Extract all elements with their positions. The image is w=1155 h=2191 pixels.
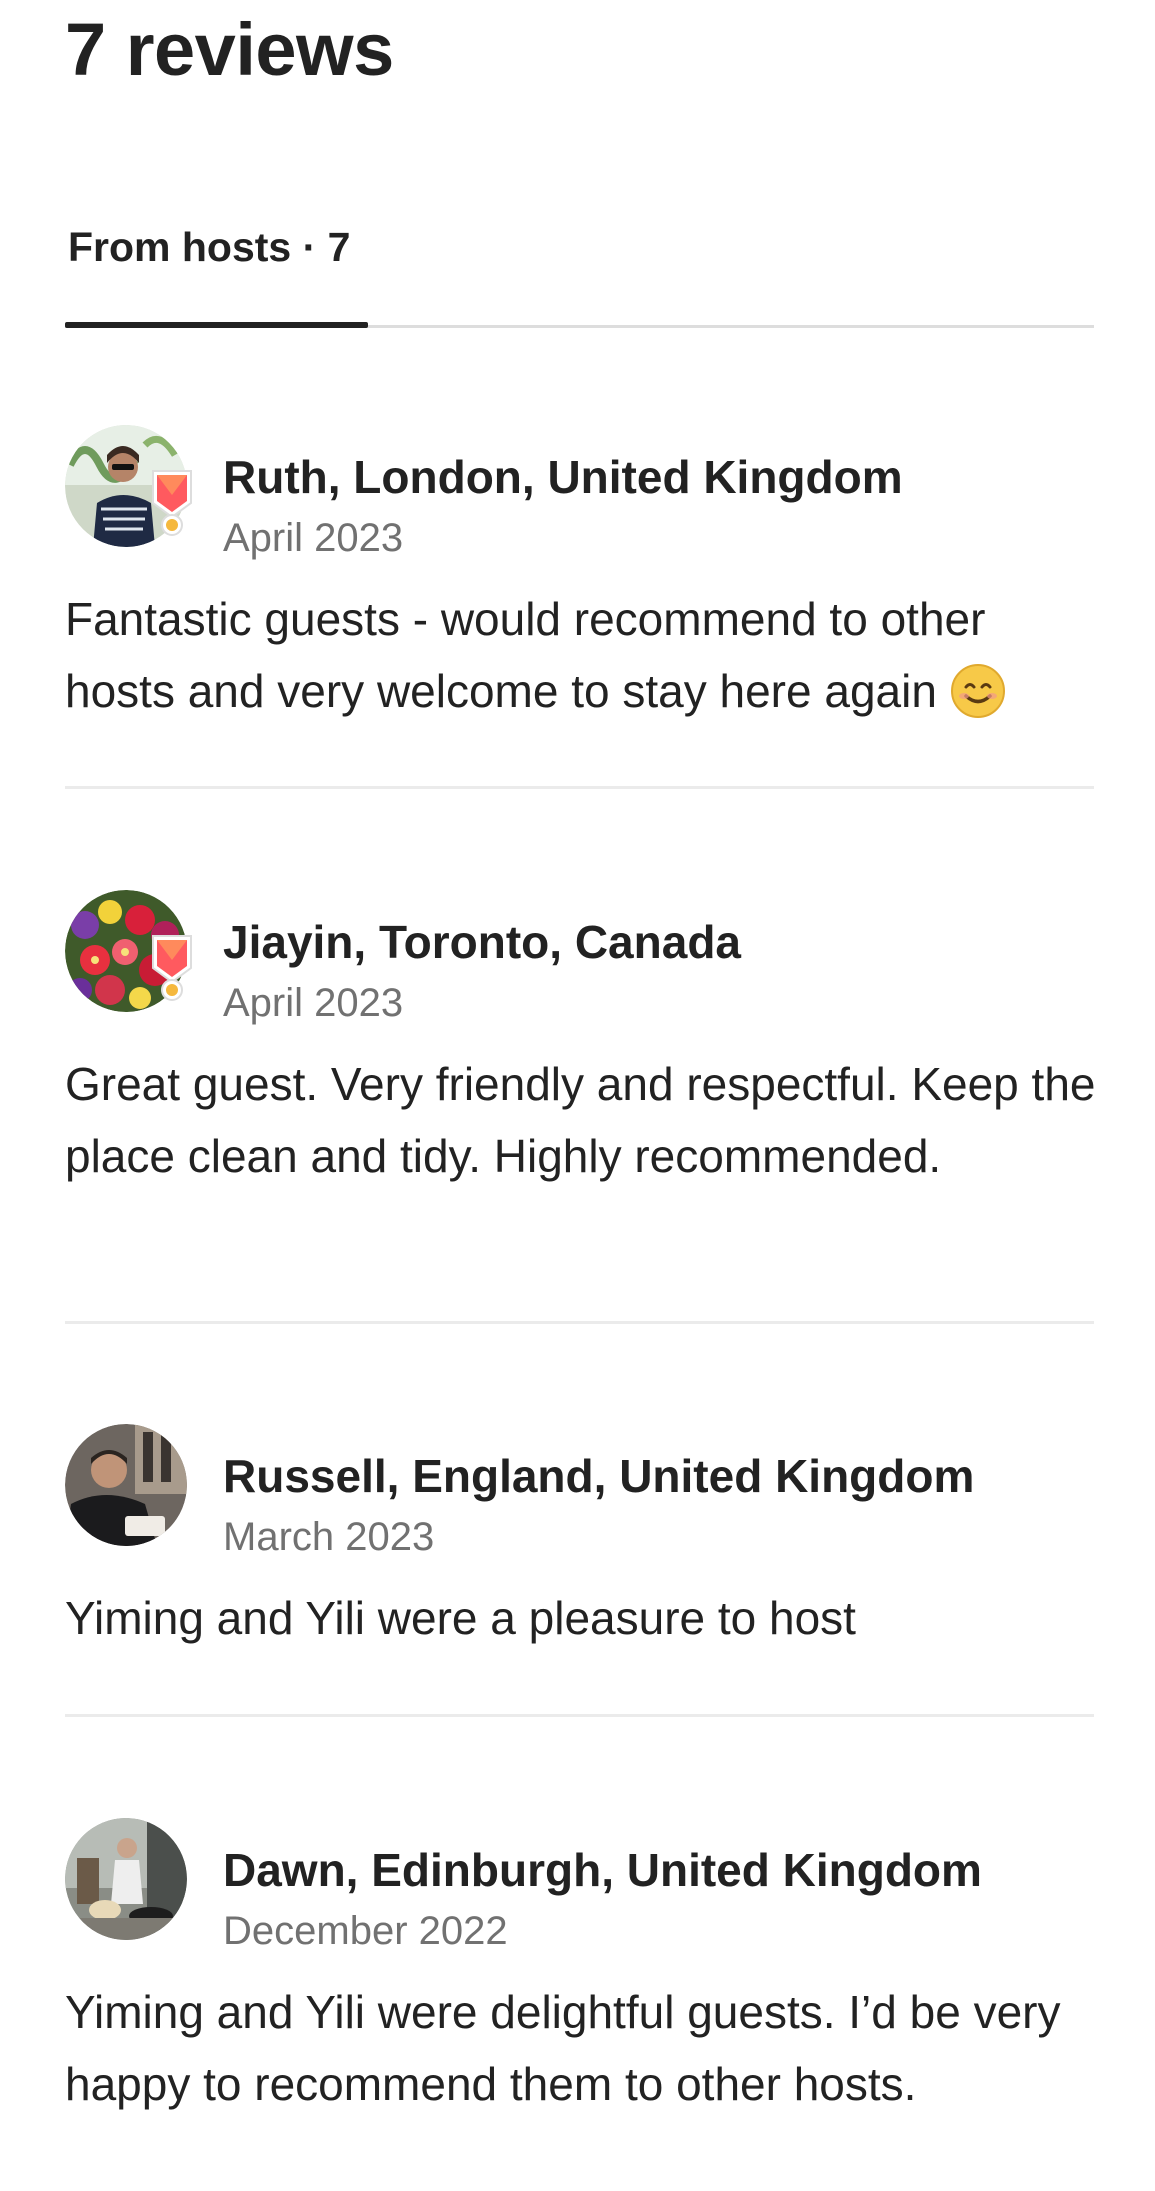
reviewer-name: Russell, England, United Kingdom <box>223 1450 975 1502</box>
reviewer-name: Dawn, Edinburgh, United Kingdom <box>223 1844 982 1896</box>
avatar-photo-russell <box>65 1424 187 1546</box>
superhost-badge-icon <box>152 470 192 536</box>
review-divider <box>65 1321 1094 1324</box>
review-date: April 2023 <box>223 516 404 560</box>
review-text: Yiming and Yili were delightful guests. … <box>65 1986 1061 2110</box>
smiling-face-icon <box>950 664 1005 718</box>
review-tabs: From hosts · 7 <box>65 215 1094 328</box>
reviewer-avatar[interactable] <box>65 1424 187 1546</box>
reviewer-name: Jiayin, Toronto, Canada <box>223 916 741 968</box>
review-divider <box>65 786 1094 789</box>
review-divider <box>65 1714 1094 1717</box>
review-text-body: Fantastic guests - would recommend to ot… <box>65 593 986 717</box>
reviewer-avatar[interactable] <box>65 890 192 1012</box>
review-date: December 2022 <box>223 1909 508 1953</box>
tab-selected-indicator <box>65 322 369 328</box>
tab-from-hosts[interactable]: From hosts · 7 <box>65 215 369 328</box>
avatar-photo-dawn <box>65 1818 187 1940</box>
review-date: April 2023 <box>223 981 404 1025</box>
review-text: Fantastic guests - would recommend to ot… <box>65 583 1105 727</box>
review-text: Yiming and Yili were a pleasure to host <box>65 1592 856 1644</box>
page-title: 7 reviews <box>65 8 394 91</box>
review-date: March 2023 <box>223 1515 435 1559</box>
reviewer-avatar[interactable] <box>65 1818 187 1940</box>
review-text: Great guest. Very friendly and respectfu… <box>65 1058 1096 1182</box>
tab-from-hosts-label: From hosts · 7 <box>68 224 351 270</box>
reviewer-avatar[interactable] <box>65 425 192 547</box>
superhost-badge-icon <box>152 935 192 1001</box>
reviewer-name: Ruth, London, United Kingdom <box>223 451 903 503</box>
